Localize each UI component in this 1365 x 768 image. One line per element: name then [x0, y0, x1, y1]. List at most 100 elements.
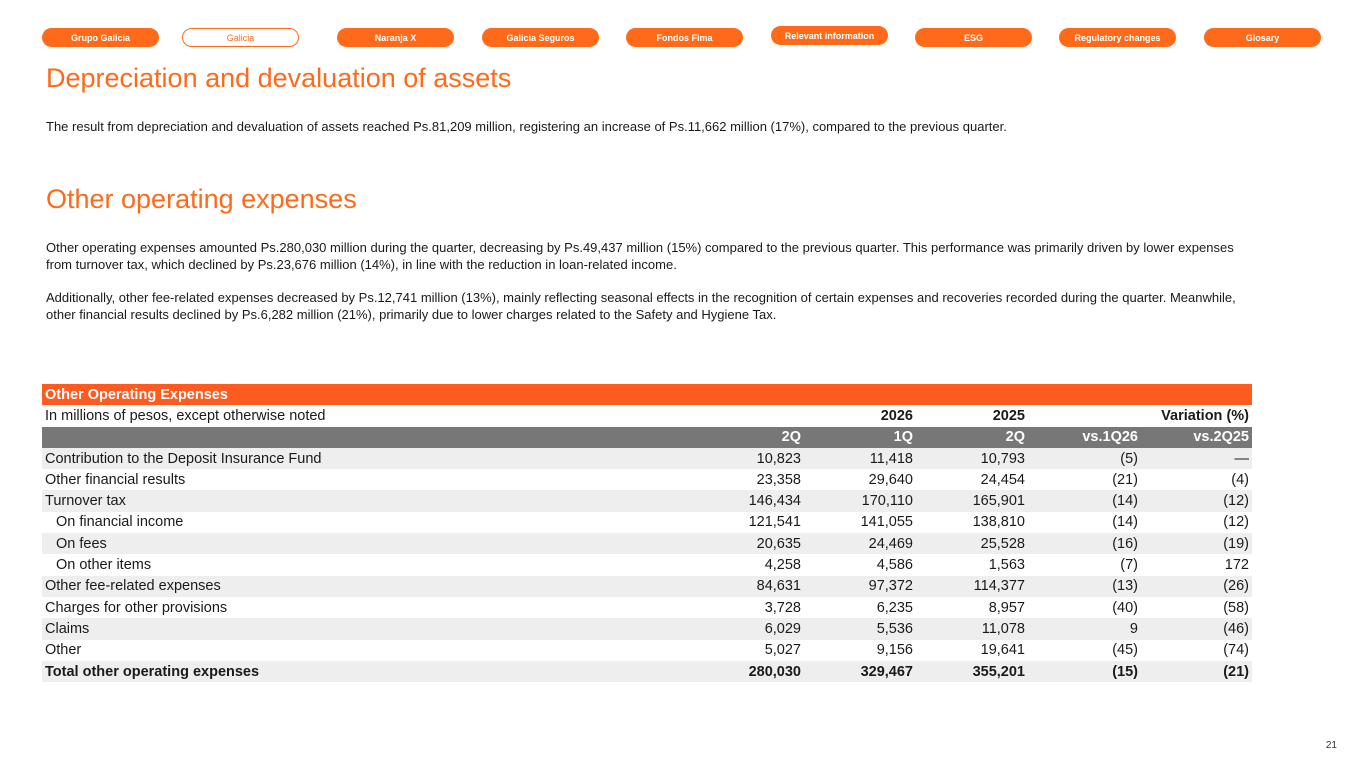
- cell-value: 114,377: [916, 575, 1028, 597]
- other-expenses-paragraph-2: Additionally, other fee-related expenses…: [46, 290, 1236, 322]
- table-row: On financial income 121,541 141,055 138,…: [42, 511, 1252, 534]
- cell-value: 25,528: [916, 533, 1028, 555]
- table-row: Claims 6,029 5,536 11,078 9 (46): [42, 618, 1252, 640]
- table-subtitle: In millions of pesos, except otherwise n…: [42, 405, 682, 427]
- cell-value: 1,563: [916, 554, 1028, 576]
- cell-value: (45): [1028, 639, 1141, 661]
- tab-naranja-x[interactable]: Naranja X: [337, 28, 454, 47]
- tab-regulatory-changes[interactable]: Regulatory changes: [1059, 28, 1176, 47]
- tab-grupo-galicia[interactable]: Grupo Galicia: [42, 28, 159, 47]
- table-total-row: Total other operating expenses 280,030 3…: [42, 660, 1252, 683]
- cell-value: 5,536: [804, 618, 916, 640]
- cell-value: (4): [1141, 469, 1252, 491]
- cell-value: (5): [1028, 447, 1141, 470]
- cell-value: 138,810: [916, 511, 1028, 534]
- cell-value: 97,372: [804, 575, 916, 597]
- row-label: Other fee-related expenses: [42, 575, 682, 597]
- cell-value: 11,418: [804, 447, 916, 470]
- cell-value: 355,201: [916, 660, 1028, 683]
- cell-value: 3,728: [682, 596, 804, 619]
- cell-value: 84,631: [682, 575, 804, 597]
- cell-value: (58): [1141, 596, 1252, 619]
- cell-value: 8,957: [916, 596, 1028, 619]
- tab-galicia-seguros[interactable]: Galicia Seguros: [482, 28, 599, 47]
- row-label: Other: [42, 639, 682, 661]
- table-row: Other 5,027 9,156 19,641 (45) (74): [42, 639, 1252, 661]
- tab-galicia[interactable]: Galicia: [182, 28, 299, 47]
- cell-value: 146,434: [682, 490, 804, 512]
- cell-value: (14): [1028, 490, 1141, 512]
- table-row: Turnover tax 146,434 170,110 165,901 (14…: [42, 490, 1252, 512]
- cell-value: (40): [1028, 596, 1141, 619]
- row-label: Other financial results: [42, 469, 682, 491]
- cell-value: 4,586: [804, 554, 916, 576]
- cell-value: (16): [1028, 533, 1141, 555]
- cell-value: 20,635: [682, 533, 804, 555]
- table-row: On other items 4,258 4,586 1,563 (7) 172: [42, 554, 1252, 576]
- cell-value: (12): [1141, 511, 1252, 534]
- cell-value: 165,901: [916, 490, 1028, 512]
- cell-value: 23,358: [682, 469, 804, 491]
- other-operating-expenses-table: Other Operating Expenses In millions of …: [42, 384, 1252, 683]
- cell-value: 6,029: [682, 618, 804, 640]
- table-years-row: In millions of pesos, except otherwise n…: [42, 405, 1252, 427]
- cell-value: 329,467: [804, 660, 916, 683]
- tab-glosary[interactable]: Glosary: [1204, 28, 1321, 47]
- row-label: Total other operating expenses: [42, 660, 682, 683]
- cell-value: (15): [1028, 660, 1141, 683]
- cell-value: (7): [1028, 554, 1141, 576]
- tab-fondos-fima[interactable]: Fondos Fima: [626, 28, 743, 47]
- cell-value: (21): [1141, 660, 1252, 683]
- cell-value: 29,640: [804, 469, 916, 491]
- cell-value: 280,030: [682, 660, 804, 683]
- row-label: Turnover tax: [42, 490, 682, 512]
- cell-value: 6,235: [804, 596, 916, 619]
- table-row: On fees 20,635 24,469 25,528 (16) (19): [42, 533, 1252, 555]
- section-title-depreciation: Depreciation and devaluation of assets: [46, 63, 512, 93]
- period-header: 2Q: [682, 426, 804, 448]
- cell-value: 24,454: [916, 469, 1028, 491]
- table-row: Other fee-related expenses 84,631 97,372…: [42, 575, 1252, 597]
- cell-value: —: [1141, 447, 1252, 470]
- other-expenses-paragraph-1: Other operating expenses amounted Ps.280…: [46, 240, 1234, 272]
- table-row: Other financial results 23,358 29,640 24…: [42, 469, 1252, 491]
- table-periods-row: 2Q 1Q 2Q vs.1Q26 vs.2Q25: [42, 426, 1252, 448]
- period-header: vs.1Q26: [1028, 426, 1141, 448]
- cell-value: 5,027: [682, 639, 804, 661]
- period-header: vs.2Q25: [1141, 426, 1252, 448]
- variation-header: Variation (%): [1028, 405, 1252, 427]
- cell-value: (74): [1141, 639, 1252, 661]
- tab-relevant-information[interactable]: Relevant information: [771, 26, 888, 45]
- cell-value: 170,110: [804, 490, 916, 512]
- year-2025: 2025: [916, 405, 1028, 427]
- period-header: 2Q: [916, 426, 1028, 448]
- year-2026: 2026: [804, 405, 916, 427]
- cell-value: 121,541: [682, 511, 804, 534]
- cell-value: (14): [1028, 511, 1141, 534]
- cell-value: 10,793: [916, 447, 1028, 470]
- row-label: Claims: [42, 618, 682, 640]
- cell-value: (12): [1141, 490, 1252, 512]
- table-title: Other Operating Expenses: [42, 384, 1252, 406]
- period-header: 1Q: [804, 426, 916, 448]
- cell-value: 10,823: [682, 447, 804, 470]
- cell-value: (46): [1141, 618, 1252, 640]
- cell-value: (13): [1028, 575, 1141, 597]
- row-label: Charges for other provisions: [42, 596, 682, 619]
- tab-esg[interactable]: ESG: [915, 28, 1032, 47]
- page-number: 21: [1325, 740, 1337, 751]
- cell-value: 9: [1028, 618, 1141, 640]
- cell-value: 172: [1141, 554, 1252, 576]
- cell-value: 141,055: [804, 511, 916, 534]
- cell-value: 4,258: [682, 554, 804, 576]
- cell-value: 9,156: [804, 639, 916, 661]
- cell-value: (26): [1141, 575, 1252, 597]
- cell-value: 11,078: [916, 618, 1028, 640]
- depreciation-paragraph: The result from depreciation and devalua…: [46, 119, 1007, 134]
- cell-value: (21): [1028, 469, 1141, 491]
- row-label: On other items: [42, 554, 682, 576]
- cell-value: (19): [1141, 533, 1252, 555]
- table-row: Contribution to the Deposit Insurance Fu…: [42, 447, 1252, 470]
- section-title-other-operating-expenses: Other operating expenses: [46, 184, 357, 214]
- table-title-row: Other Operating Expenses: [42, 384, 1252, 406]
